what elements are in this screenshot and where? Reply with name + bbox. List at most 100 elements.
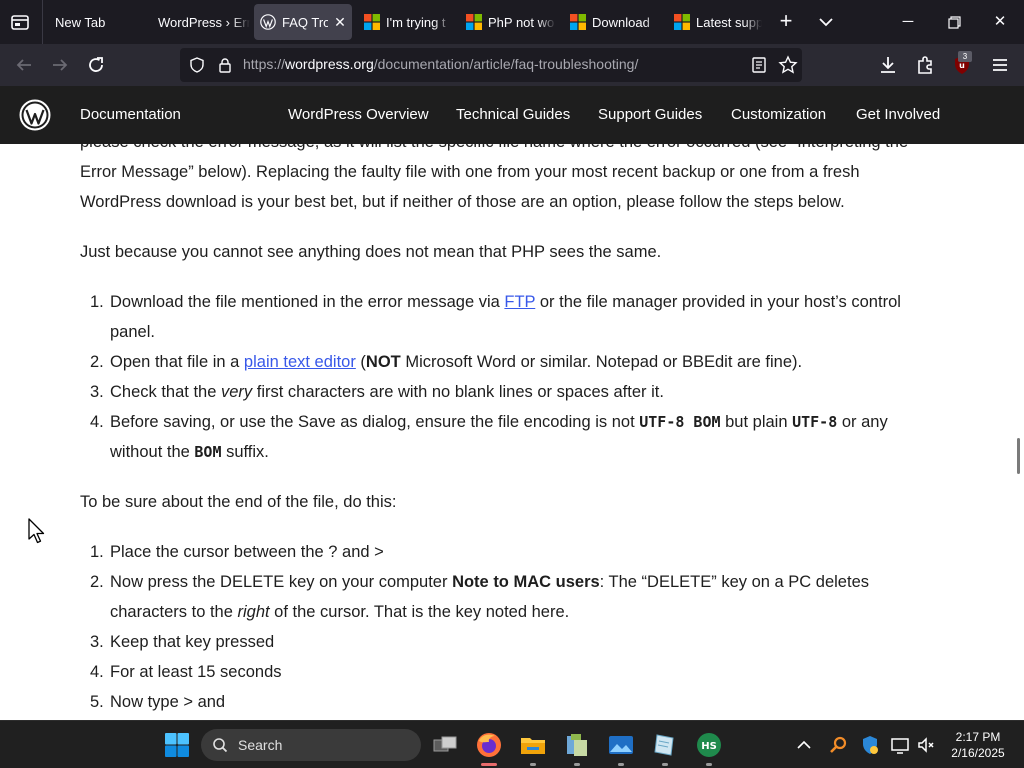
nav-get-involved[interactable]: Get Involved <box>856 106 940 123</box>
running-indicator <box>618 763 624 766</box>
nav-support-guides[interactable]: Support Guides <box>598 106 702 123</box>
downloads-icon[interactable] <box>876 53 900 77</box>
list-number: 2. <box>90 573 104 591</box>
firefox-icon[interactable] <box>475 731 503 759</box>
url-path: /documentation/article/faq-troubleshooti… <box>373 56 639 72</box>
defender-icon[interactable] <box>858 733 882 757</box>
tab-latest-support[interactable]: Latest supp <box>670 4 762 40</box>
menu-hamburger-icon[interactable] <box>988 53 1012 77</box>
clock-date: 2/16/2025 <box>951 746 1005 760</box>
list-item: 4. For at least 15 seconds <box>90 657 950 687</box>
navigation-toolbar: https://wordpress.org/documentation/arti… <box>0 44 1024 86</box>
tab-new-tab[interactable]: New Tab <box>44 4 150 40</box>
bookmark-star-icon[interactable] <box>778 55 798 75</box>
wordpress-logo-icon[interactable] <box>19 99 51 131</box>
reader-view-icon[interactable] <box>750 56 768 74</box>
network-icon[interactable] <box>888 733 912 757</box>
taskbar-clock[interactable]: 2:17 PM 2/16/2025 <box>944 729 1012 761</box>
list-item: 4. Before saving, or use the Save as dial… <box>90 407 950 461</box>
tab-download[interactable]: Download <box>566 4 662 40</box>
notepad-icon[interactable] <box>651 731 679 759</box>
tab-separator <box>42 0 43 44</box>
list-item: 1. Place the cursor between the ? and > <box>90 537 950 567</box>
tab-label: FAQ Trou <box>282 14 328 30</box>
search-tool-icon[interactable] <box>826 733 850 757</box>
list-item: 1. Download the file mentioned in the err… <box>90 287 950 341</box>
list-number: 3. <box>90 383 104 401</box>
nav-wordpress-overview[interactable]: WordPress Overview <box>288 106 429 123</box>
file-explorer-icon[interactable] <box>519 731 547 759</box>
article-content: please check the error message, as it wi… <box>0 144 1024 720</box>
running-indicator <box>662 763 668 766</box>
photos-icon[interactable] <box>607 731 635 759</box>
documentation-link[interactable]: Documentation <box>80 106 181 123</box>
tab-strip: New Tab WordPress › Err FAQ Trou ✕ I'm t… <box>0 0 1024 44</box>
list-all-tabs-icon[interactable] <box>814 10 838 34</box>
url-prefix: https:// <box>243 56 286 72</box>
paragraph-end-intro: To be sure about the end of the file, do… <box>80 493 397 511</box>
wordpress-icon <box>260 14 276 30</box>
paragraph-line: WordPress download is your best bet, but… <box>80 193 845 211</box>
site-header: Documentation WordPress Overview Technic… <box>0 86 1024 144</box>
running-indicator <box>530 763 536 766</box>
search-label: Search <box>238 737 283 753</box>
tab-php-not-working[interactable]: PhP not wo <box>462 4 556 40</box>
running-indicator <box>574 763 580 766</box>
taskbar-search[interactable]: Search <box>201 729 421 761</box>
microsoft-icon <box>466 14 482 30</box>
url-bar[interactable]: https://wordpress.org/documentation/arti… <box>180 48 802 82</box>
firefox-running-indicator <box>481 763 497 766</box>
page-scrollbar-thumb[interactable] <box>1017 438 1020 474</box>
nav-technical-guides[interactable]: Technical Guides <box>456 106 570 123</box>
microsoft-icon <box>364 14 380 30</box>
close-tab-icon[interactable]: ✕ <box>332 14 348 30</box>
extensions-icon[interactable] <box>913 53 937 77</box>
mouse-pointer-icon <box>28 518 45 544</box>
tab-faq-troubleshooting[interactable]: FAQ Trou ✕ <box>254 4 352 40</box>
ftp-link[interactable]: FTP <box>504 293 535 311</box>
clock-time: 2:17 PM <box>955 730 1001 744</box>
list-item: 3. Keep that key pressed <box>90 627 950 657</box>
chevron-up-icon[interactable] <box>792 733 816 757</box>
list-number: 1. <box>90 543 104 561</box>
url-domain: wordpress.org <box>285 56 374 72</box>
back-icon[interactable] <box>12 53 36 77</box>
list-item: 2. Now press the DELETE key on your compu… <box>90 567 950 621</box>
hs-app-icon[interactable]: HS <box>695 731 723 759</box>
microsoft-icon <box>674 14 690 30</box>
task-view-icon[interactable] <box>431 731 459 759</box>
plain-text-editor-link[interactable]: plain text editor <box>244 353 356 371</box>
app-icon[interactable] <box>563 731 591 759</box>
list-item: 5. Now type > and <box>90 687 950 717</box>
running-indicator <box>706 763 712 766</box>
forward-icon[interactable] <box>48 53 72 77</box>
list-item: 3. Check that the very first characters a… <box>90 377 950 407</box>
lock-icon[interactable] <box>216 56 234 74</box>
paragraph-partial: please check the error message, as it wi… <box>80 144 950 157</box>
tab-label: New Tab <box>55 14 106 30</box>
nav-customization[interactable]: Customization <box>731 106 826 123</box>
list-number: 2. <box>90 353 104 371</box>
paragraph-line: Error Message” below). Replacing the fau… <box>80 163 860 181</box>
list-number: 3. <box>90 633 104 651</box>
list-number: 5. <box>90 693 104 711</box>
new-tab-button[interactable]: + <box>774 10 798 34</box>
firefox-view-icon[interactable] <box>8 10 32 34</box>
restore-button[interactable] <box>940 8 968 36</box>
search-icon <box>213 738 228 753</box>
minimize-button[interactable]: ─ <box>894 8 922 36</box>
list-number: 4. <box>90 413 104 431</box>
svg-text:u: u <box>959 61 965 70</box>
start-icon[interactable] <box>163 731 191 759</box>
tracking-protection-shield-icon[interactable] <box>188 56 206 74</box>
close-window-button[interactable]: ✕ <box>986 8 1014 36</box>
tab-label: Download <box>592 14 650 30</box>
tab-wordpress-error[interactable]: WordPress › Err <box>152 4 250 40</box>
paragraph-intro: Just because you cannot see anything doe… <box>80 243 662 261</box>
volume-icon[interactable] <box>914 733 938 757</box>
list-number: 1. <box>90 293 104 311</box>
browser-window: New Tab WordPress › Err FAQ Trou ✕ I'm t… <box>0 0 1024 720</box>
reload-icon[interactable] <box>84 53 108 77</box>
tab-im-trying[interactable]: I'm trying t <box>360 4 452 40</box>
url-text[interactable]: https://wordpress.org/documentation/arti… <box>243 56 638 72</box>
